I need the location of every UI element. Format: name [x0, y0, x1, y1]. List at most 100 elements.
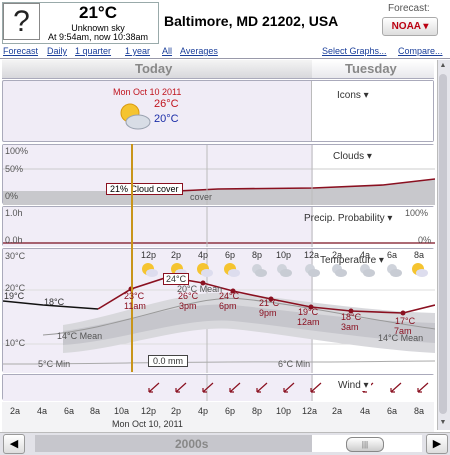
wind-dropdown[interactable]: Wind ▾	[336, 380, 371, 391]
timeline-track	[35, 435, 312, 452]
sun-cloud-icon	[142, 263, 158, 277]
precip-panel	[2, 206, 435, 247]
hour-label: 6a	[387, 250, 398, 260]
icons-panel-tuesday-bg	[312, 81, 433, 141]
moon-cloud-icon	[387, 264, 402, 277]
axis-tick: 2p	[171, 406, 182, 416]
hour-label: 10p	[276, 250, 292, 260]
cloud-cover-tooltip: 21% Cloud cover	[106, 183, 183, 195]
forecast-source-select[interactable]: NOAA ▾	[382, 17, 438, 36]
axis-tick: 8a	[90, 406, 101, 416]
axis-tick: 2a	[10, 406, 21, 416]
today-label: Today	[135, 61, 173, 76]
tuesday-label: Tuesday	[345, 61, 397, 76]
moon-cloud-icon	[277, 264, 292, 277]
one-quarter-link[interactable]: 1 quarter	[75, 46, 111, 56]
hour-label: 4a	[360, 250, 371, 260]
clouds-dropdown[interactable]: Clouds ▾	[333, 151, 372, 162]
hour-label: 12p	[141, 250, 157, 260]
sun-cloud-icon	[224, 263, 240, 277]
vertical-scroll-thumb[interactable]	[439, 74, 447, 414]
axis-tick: 12p	[141, 406, 157, 416]
averages-link[interactable]: Averages	[180, 46, 218, 56]
axis-tick: 10p	[276, 406, 292, 416]
header-divider	[0, 58, 450, 59]
icons-dropdown[interactable]: Icons ▾	[337, 90, 369, 101]
temp-y-30: 30°C	[5, 251, 26, 261]
all-link[interactable]: All	[162, 46, 172, 56]
hour-label: 8a	[414, 250, 425, 260]
moon-cloud-icon	[305, 264, 320, 277]
compare-link[interactable]: Compare...	[398, 46, 443, 56]
min-temp-label: 6°C Min	[278, 359, 311, 369]
precip-right-bottom: 0%	[418, 235, 432, 245]
precip-left-top: 1.0h	[5, 208, 23, 218]
scroll-up-icon[interactable]: ▲	[438, 61, 448, 71]
timeline-slider-thumb[interactable]: |||	[346, 437, 384, 452]
forecast-temp-label: 18°C	[341, 312, 362, 322]
moon-cloud-icon	[360, 264, 375, 277]
forecast-temp-label: 19°C	[298, 307, 319, 317]
axis-tick: 4a	[37, 406, 48, 416]
axis-tick: 6p	[225, 406, 236, 416]
select-graphs-link[interactable]: Select Graphs...	[322, 46, 387, 56]
moon-cloud-icon	[252, 264, 267, 277]
cloud-cover-label: cover	[190, 192, 213, 202]
midnight-line-icons	[311, 81, 312, 141]
axis-tick: 6a	[64, 406, 75, 416]
clouds-y-50: 50%	[5, 164, 24, 174]
forecast-temp-label: 23°C	[124, 291, 145, 301]
forecast-label: Forecast:	[388, 3, 430, 14]
mean-temp-label: 14°C Mean	[378, 333, 424, 343]
axis-tick: 4p	[198, 406, 209, 416]
unknown-weather-icon: ?	[3, 3, 40, 40]
scroll-down-icon[interactable]: ▼	[438, 418, 448, 428]
rain-amount-box: 0.0 mm	[148, 355, 189, 367]
hour-label: 2p	[171, 250, 182, 260]
location-title: Baltimore, MD 21202, USA	[164, 13, 339, 29]
daily-high: 26°C	[154, 98, 179, 110]
clouds-y-0: 0%	[5, 191, 19, 201]
axis-tick: 12a	[302, 406, 318, 416]
sun-cloud-icon	[412, 263, 428, 277]
current-temperature: 21°C	[79, 3, 117, 22]
decade-label: 2000s	[175, 437, 209, 451]
axis-tick: 2a	[332, 406, 343, 416]
partly-cloudy-icon	[117, 101, 153, 136]
scroll-right-button[interactable]: ▶	[426, 434, 448, 454]
forecast-time-label: 9pm	[259, 308, 277, 318]
scroll-left-button[interactable]: ◀	[3, 434, 25, 454]
observation-time: At 9:54am, now 10:38am	[47, 32, 149, 42]
hour-label: 8p	[252, 250, 263, 260]
forecast-time-label: 3am	[341, 322, 359, 332]
one-year-link[interactable]: 1 year	[125, 46, 150, 56]
mean-temp-label: 14°C Mean	[57, 331, 103, 341]
daily-low: 20°C	[154, 113, 179, 125]
hour-label: 12a	[304, 250, 320, 260]
clouds-y-100: 100%	[5, 146, 29, 156]
axis-tick: 4a	[360, 406, 371, 416]
moon-cloud-icon	[332, 264, 347, 277]
forecast-time-label: 12am	[297, 317, 320, 327]
precip-right-top: 100%	[405, 208, 429, 218]
axis-date: Mon Oct 10, 2011	[112, 419, 183, 429]
forecast-time-label: 3pm	[179, 301, 197, 311]
axis-tick: 8a	[414, 406, 425, 416]
precip-dropdown[interactable]: Precip. Probability ▾	[304, 213, 392, 224]
forecast-link[interactable]: Forecast	[3, 46, 38, 56]
mean-temp-label: 20°C Mean	[177, 284, 223, 294]
daily-link[interactable]: Daily	[47, 46, 67, 56]
forecast-time-label: 6pm	[219, 301, 237, 311]
temp-y-10: 10°C	[5, 338, 26, 348]
forecast-time-label: 11am	[124, 301, 146, 311]
forecast-temp-label: 17°C	[395, 316, 416, 326]
hour-label: 4p	[198, 250, 209, 260]
hour-label: 6p	[225, 250, 236, 260]
min-temp-label: 5°C Min	[38, 359, 71, 369]
current-time-line	[131, 144, 133, 372]
icons-date: Mon Oct 10 2011	[113, 87, 182, 97]
observed-temp-label: 19°C	[4, 291, 25, 301]
forecast-temp-label: 21°C	[259, 298, 280, 308]
axis-tick: 8p	[252, 406, 263, 416]
sun-cloud-icon	[197, 263, 213, 277]
